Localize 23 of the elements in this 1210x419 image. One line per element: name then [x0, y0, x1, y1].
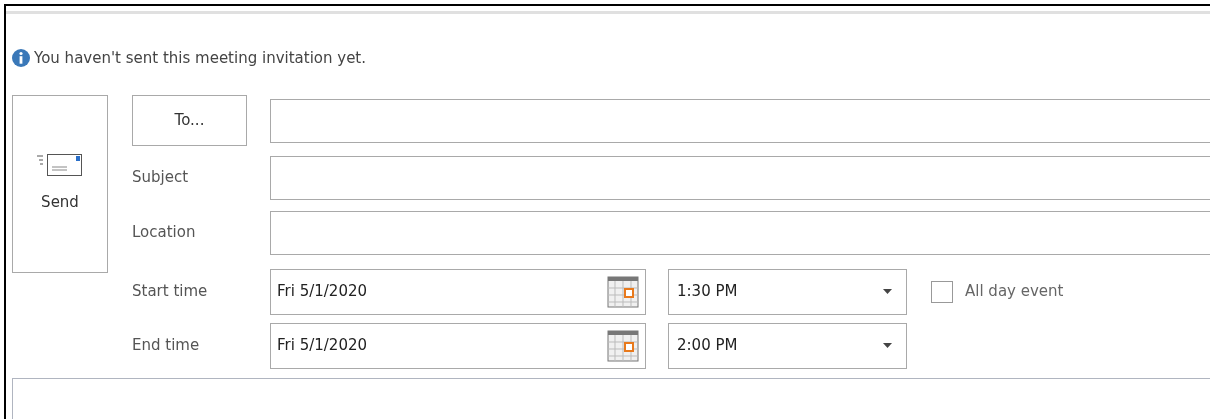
date-picker[interactable]: Fri 5/1/2020	[270, 322, 646, 369]
info-message: You haven't sent this meeting invitation yet.	[34, 48, 366, 69]
date-picker[interactable]: Fri 5/1/2020	[270, 268, 646, 315]
envelope-icon	[37, 153, 83, 178]
send-button[interactable]: Send	[12, 94, 108, 273]
checkbox[interactable]	[931, 280, 953, 303]
field-label: End time	[132, 335, 201, 357]
field-label: Start time	[132, 281, 209, 303]
caret-icon[interactable]	[883, 289, 892, 294]
calendar-icon[interactable]	[607, 329, 639, 362]
text-field[interactable]	[270, 155, 1210, 200]
to-button[interactable]: To...	[132, 95, 247, 146]
time-dropdown[interactable]: 2:00 PM	[668, 322, 907, 369]
calendar-icon[interactable]	[607, 275, 639, 308]
to-field[interactable]	[270, 98, 1210, 143]
message-body-field[interactable]	[12, 377, 1210, 419]
caret-icon[interactable]	[883, 343, 892, 348]
field-label: Subject	[132, 167, 190, 189]
field-label: Location	[132, 222, 197, 244]
text-field[interactable]	[270, 210, 1210, 255]
time-dropdown[interactable]: 1:30 PM	[668, 268, 907, 315]
checkbox-label: All day event	[965, 281, 1064, 303]
info-icon	[12, 49, 30, 68]
